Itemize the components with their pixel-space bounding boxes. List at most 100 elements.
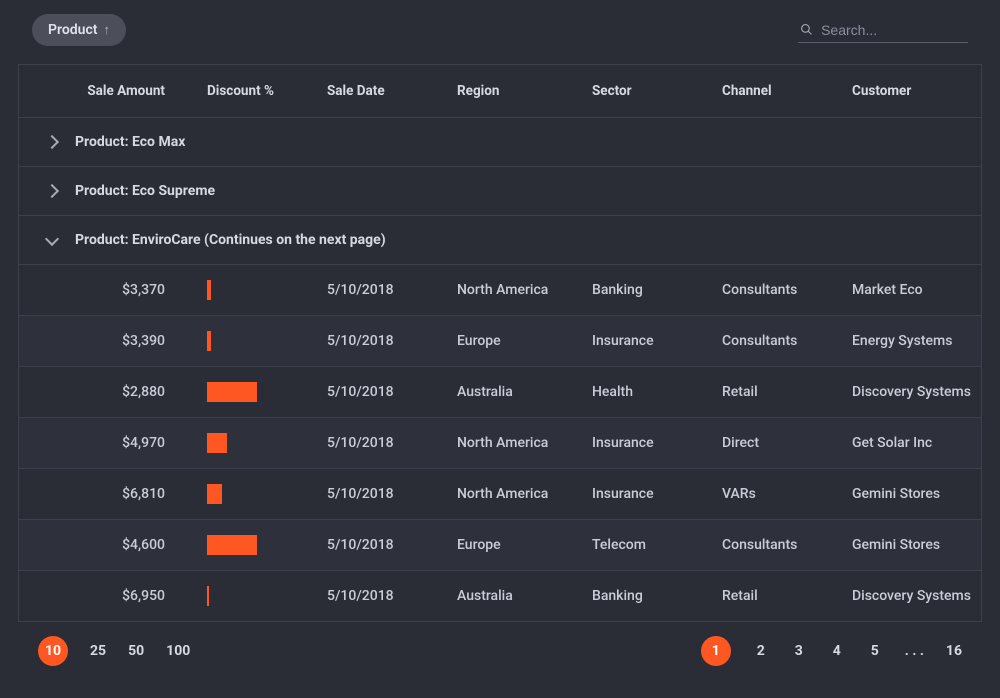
cell-discount	[207, 535, 327, 555]
search-input[interactable]	[821, 22, 966, 38]
discount-bar	[207, 484, 222, 504]
cell-region: North America	[457, 282, 592, 298]
cell-channel: Consultants	[722, 537, 852, 553]
group-label: Product: Eco Max	[75, 134, 185, 150]
group-chip-product[interactable]: Product ↑	[32, 14, 126, 46]
cell-sector: Health	[592, 384, 722, 400]
data-grid: Sale Amount Discount % Sale Date Region …	[18, 64, 982, 622]
page-size-selector: 10 25 50 100	[38, 636, 190, 666]
cell-channel: Retail	[722, 588, 852, 604]
search-box[interactable]	[798, 18, 968, 43]
cell-customer: Get Solar Inc	[852, 435, 981, 451]
cell-customer: Gemini Stores	[852, 537, 981, 553]
cell-sector: Telecom	[592, 537, 722, 553]
col-header-region[interactable]: Region	[457, 83, 592, 99]
table-row[interactable]: $6,950 5/10/2018AustraliaBankingRetailDis…	[19, 570, 981, 621]
discount-bar	[207, 586, 209, 606]
page-size-25[interactable]: 25	[90, 643, 106, 659]
cell-date: 5/10/2018	[327, 333, 457, 349]
cell-discount	[207, 484, 327, 504]
discount-bar	[207, 331, 211, 351]
cell-region: North America	[457, 486, 592, 502]
cell-channel: Consultants	[722, 282, 852, 298]
table-row[interactable]: $4,600 5/10/2018EuropeTelecomConsultantsG…	[19, 519, 981, 570]
col-header-sector[interactable]: Sector	[592, 83, 722, 99]
cell-sector: Insurance	[592, 486, 722, 502]
cell-amount: $6,810	[63, 486, 207, 502]
pager-page-5[interactable]: 5	[867, 643, 883, 659]
cell-channel: VARs	[722, 486, 852, 502]
cell-region: Australia	[457, 588, 592, 604]
cell-customer: Discovery Systems	[852, 384, 981, 400]
pager-page-3[interactable]: 3	[791, 643, 807, 659]
page-size-50[interactable]: 50	[128, 643, 144, 659]
pager: 1 2 3 4 5 . . . 16	[701, 636, 962, 666]
group-row[interactable]: Product: Eco Max	[19, 117, 981, 166]
cell-discount	[207, 433, 327, 453]
table-row[interactable]: $3,370 5/10/2018North AmericaBankingConsu…	[19, 264, 981, 315]
page-size-10[interactable]: 10	[38, 636, 68, 666]
cell-amount: $3,370	[63, 282, 207, 298]
discount-bar	[207, 280, 211, 300]
cell-amount: $4,600	[63, 537, 207, 553]
cell-customer: Discovery Systems	[852, 588, 981, 604]
cell-region: Australia	[457, 384, 592, 400]
cell-discount	[207, 586, 327, 606]
chevron-right-icon	[45, 135, 59, 149]
cell-date: 5/10/2018	[327, 588, 457, 604]
cell-discount	[207, 280, 327, 300]
cell-customer: Energy Systems	[852, 333, 981, 349]
cell-amount: $2,880	[63, 384, 207, 400]
group-chip-label: Product	[48, 22, 97, 38]
cell-region: Europe	[457, 537, 592, 553]
group-label: Product: EnviroCare (Continues on the ne…	[75, 232, 386, 248]
pager-page-16[interactable]: 16	[946, 643, 962, 659]
cell-date: 5/10/2018	[327, 435, 457, 451]
cell-customer: Gemini Stores	[852, 486, 981, 502]
cell-sector: Banking	[592, 282, 722, 298]
pager-ellipsis: . . .	[905, 643, 924, 659]
cell-amount: $4,970	[63, 435, 207, 451]
col-header-channel[interactable]: Channel	[722, 83, 852, 99]
col-header-discount[interactable]: Discount %	[207, 83, 327, 99]
cell-sector: Banking	[592, 588, 722, 604]
cell-discount	[207, 331, 327, 351]
cell-region: Europe	[457, 333, 592, 349]
cell-channel: Direct	[722, 435, 852, 451]
col-header-amount[interactable]: Sale Amount	[63, 83, 207, 99]
discount-bar	[207, 382, 257, 402]
col-header-date[interactable]: Sale Date	[327, 83, 457, 99]
table-row[interactable]: $2,880 5/10/2018AustraliaHealthRetailDisc…	[19, 366, 981, 417]
chevron-down-icon	[45, 231, 59, 245]
discount-bar	[207, 433, 227, 453]
pager-page-1[interactable]: 1	[701, 636, 731, 666]
cell-region: North America	[457, 435, 592, 451]
chevron-right-icon	[45, 184, 59, 198]
cell-date: 5/10/2018	[327, 282, 457, 298]
cell-sector: Insurance	[592, 435, 722, 451]
pager-page-2[interactable]: 2	[753, 643, 769, 659]
search-icon	[800, 22, 813, 37]
discount-bar	[207, 535, 257, 555]
cell-sector: Insurance	[592, 333, 722, 349]
table-row[interactable]: $3,390 5/10/2018EuropeInsuranceConsultant…	[19, 315, 981, 366]
col-header-customer[interactable]: Customer	[852, 83, 981, 99]
cell-date: 5/10/2018	[327, 537, 457, 553]
table-row[interactable]: $6,810 5/10/2018North AmericaInsuranceVAR…	[19, 468, 981, 519]
cell-date: 5/10/2018	[327, 486, 457, 502]
cell-channel: Consultants	[722, 333, 852, 349]
cell-channel: Retail	[722, 384, 852, 400]
table-row[interactable]: $4,970 5/10/2018North AmericaInsuranceDir…	[19, 417, 981, 468]
header-row: Sale Amount Discount % Sale Date Region …	[19, 65, 981, 117]
group-row[interactable]: Product: Eco Supreme	[19, 166, 981, 215]
arrow-up-icon: ↑	[103, 22, 110, 38]
cell-discount	[207, 382, 327, 402]
cell-customer: Market Eco	[852, 282, 981, 298]
group-row[interactable]: Product: EnviroCare (Continues on the ne…	[19, 215, 981, 264]
pager-page-4[interactable]: 4	[829, 643, 845, 659]
cell-date: 5/10/2018	[327, 384, 457, 400]
group-label: Product: Eco Supreme	[75, 183, 215, 199]
page-size-100[interactable]: 100	[166, 643, 190, 659]
cell-amount: $6,950	[63, 588, 207, 604]
cell-amount: $3,390	[63, 333, 207, 349]
